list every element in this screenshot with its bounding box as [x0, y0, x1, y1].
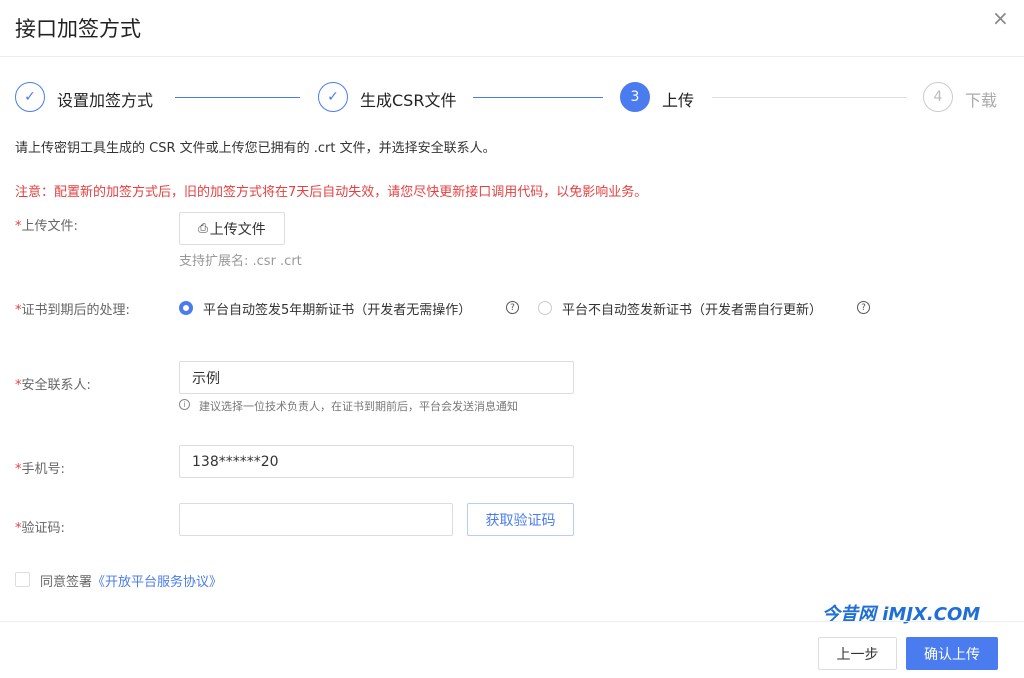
- step-connector-3: [712, 97, 907, 98]
- phone-field[interactable]: 138******20: [179, 445, 574, 478]
- previous-button[interactable]: 上一步: [818, 637, 897, 670]
- expiry-radio-auto[interactable]: [179, 301, 193, 315]
- code-field[interactable]: [179, 503, 453, 536]
- expiry-option-manual-label[interactable]: 平台不自动签发新证书（开发者需自行更新）: [562, 299, 822, 318]
- step-connector-2: [473, 97, 603, 98]
- step-2-check-icon: ✓: [318, 82, 348, 112]
- code-label: *验证码:: [15, 521, 65, 536]
- help-icon[interactable]: ?: [506, 301, 519, 314]
- dialog-title: 接口加签方式: [15, 17, 141, 41]
- expiry-radio-manual[interactable]: [538, 301, 552, 315]
- step-4-label: 下载: [965, 91, 998, 110]
- expiry-option-auto-label[interactable]: 平台自动签发5年期新证书（开发者无需操作）: [203, 299, 471, 318]
- expiry-label: *证书到期后的处理:: [15, 303, 130, 318]
- upload-file-button[interactable]: ⎙ 上传文件: [179, 212, 285, 245]
- contact-hint: 建议选择一位技术负责人，在证书到期前后，平台会发送消息通知: [199, 400, 518, 413]
- step-connector-1: [175, 97, 300, 98]
- confirm-upload-button[interactable]: 确认上传: [906, 637, 998, 670]
- step-3-number: 3: [620, 82, 650, 112]
- warning-text: 注意：配置新的加签方式后，旧的加签方式将在7天后自动失效，请您尽快更新接口调用代…: [15, 185, 648, 200]
- help-icon[interactable]: ?: [857, 301, 870, 314]
- footer-divider: [0, 621, 1024, 622]
- info-icon: i: [179, 399, 190, 410]
- get-code-button[interactable]: 获取验证码: [467, 503, 574, 536]
- step-1-label: 设置加签方式: [57, 91, 154, 110]
- agree-checkbox[interactable]: [15, 572, 30, 587]
- contact-label: *安全联系人:: [15, 378, 91, 393]
- upload-label: *上传文件:: [15, 219, 78, 234]
- contact-select[interactable]: 示例: [179, 361, 574, 394]
- step-2-label: 生成CSR文件: [360, 91, 457, 110]
- step-1-check-icon: ✓: [15, 82, 45, 112]
- agreement-link[interactable]: 《开放平台服务协议》: [92, 575, 222, 590]
- upload-icon: ⎙: [198, 221, 208, 235]
- close-icon[interactable]: ×: [992, 6, 1009, 30]
- step-4-number: 4: [923, 82, 953, 112]
- phone-label: *手机号:: [15, 462, 65, 477]
- step-3-label: 上传: [662, 91, 695, 110]
- instruction-text: 请上传密钥工具生成的 CSR 文件或上传您已拥有的 .crt 文件，并选择安全联…: [15, 141, 496, 156]
- agree-text: 同意签署《开放平台服务协议》: [40, 575, 223, 590]
- header-divider: [0, 56, 1024, 57]
- upload-hint: 支持扩展名: .csr .crt: [179, 254, 302, 269]
- watermark-text: 今昔网 iMJX.COM: [822, 604, 981, 625]
